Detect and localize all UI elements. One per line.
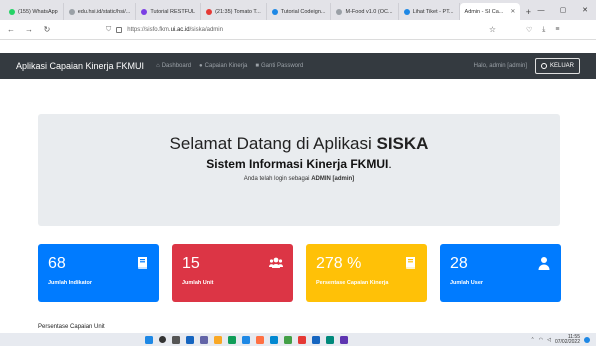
book-icon bbox=[138, 257, 147, 270]
wifi-icon[interactable]: ◠ bbox=[539, 337, 543, 343]
app-icon[interactable] bbox=[298, 335, 306, 344]
page-icon bbox=[141, 8, 148, 15]
close-tab-icon[interactable]: ✕ bbox=[510, 8, 515, 15]
widgets-icon[interactable] bbox=[186, 335, 194, 344]
card-persentase-capaian[interactable]: 278 % Persentase Capaian Kinerja bbox=[306, 244, 427, 302]
app-navbar: Aplikasi Capaian Kinerja FKMUI ⌂ Dashboar… bbox=[0, 53, 596, 79]
logout-button[interactable]: KELUAR bbox=[534, 58, 580, 74]
firefox-icon[interactable] bbox=[256, 335, 264, 344]
download-icon[interactable]: ⤓ bbox=[542, 26, 545, 34]
welcome-title: Selamat Datang di Aplikasi SISKA bbox=[169, 134, 429, 153]
back-icon[interactable]: ← bbox=[6, 25, 16, 34]
os-taskbar bbox=[0, 333, 596, 346]
user-icon: ● bbox=[199, 63, 203, 69]
screen: (155) WhatsApp edu.hsi.id/static/hsi/...… bbox=[0, 0, 596, 346]
section-title: Persentase Capaian Unit bbox=[38, 324, 105, 330]
user-icon bbox=[538, 257, 550, 270]
notification-icon[interactable] bbox=[584, 336, 590, 343]
card-jumlah-indikator[interactable]: 68 Jumlah Indikator bbox=[38, 244, 159, 302]
browser-tab-strip: (155) WhatsApp edu.hsi.id/static/hsi/...… bbox=[0, 0, 596, 20]
task-view-icon[interactable] bbox=[172, 335, 180, 344]
nav-ganti-password[interactable]: ■ Ganti Password bbox=[255, 63, 303, 69]
app-icon[interactable] bbox=[340, 335, 348, 344]
volume-icon[interactable]: ◁ bbox=[547, 337, 551, 343]
word-icon[interactable] bbox=[312, 335, 320, 344]
browser-tab[interactable]: Lihat Tiket - PT... bbox=[399, 3, 460, 20]
pocket-icon[interactable]: ♡ bbox=[526, 26, 532, 34]
book-icon bbox=[406, 257, 415, 270]
app-icon[interactable] bbox=[326, 335, 334, 344]
card-jumlah-user[interactable]: 28 Jumlah User bbox=[440, 244, 561, 302]
card-label: Persentase Capaian Kinerja bbox=[316, 280, 389, 286]
welcome-subtitle: Sistem Informasi Kinerja FKMUI. bbox=[206, 157, 392, 171]
card-label: Jumlah Unit bbox=[182, 280, 214, 286]
clock[interactable]: 11:55 07/02/2022 bbox=[555, 334, 580, 345]
file-explorer-icon[interactable] bbox=[214, 335, 222, 344]
login-info: Anda telah login sebagai ADMIN [admin] bbox=[243, 176, 355, 182]
url-text: https://sisfo.fkm.ui.ac.id/siska/admin bbox=[127, 26, 223, 33]
vscode-icon[interactable] bbox=[270, 335, 278, 344]
lock-icon bbox=[116, 26, 123, 33]
nav-dashboard[interactable]: ⌂ Dashboard bbox=[156, 63, 191, 69]
store-icon[interactable] bbox=[242, 335, 250, 344]
forward-icon[interactable]: → bbox=[24, 25, 34, 34]
chrome-icon[interactable] bbox=[284, 335, 292, 344]
menu-icon[interactable]: ≡ bbox=[555, 26, 559, 34]
users-icon bbox=[269, 257, 283, 268]
search-icon[interactable] bbox=[159, 336, 166, 343]
address-bar[interactable]: ⛉ https://sisfo.fkm.ui.ac.id/siska/admin… bbox=[106, 22, 496, 37]
toolbar-icons: ♡ ⤓ ≡ bbox=[526, 26, 559, 34]
maximize-icon[interactable]: ▢ bbox=[552, 0, 574, 20]
user-greeting: Halo, admin [admin] bbox=[473, 63, 527, 69]
browser-tab[interactable]: Tutorial Codeign... bbox=[267, 3, 332, 20]
browser-tab[interactable]: (155) WhatsApp bbox=[4, 3, 64, 20]
teams-icon[interactable] bbox=[200, 335, 208, 344]
window-controls: — ▢ ✕ bbox=[530, 0, 596, 20]
reload-icon[interactable]: ↻ bbox=[42, 25, 52, 34]
chevron-up-icon[interactable]: ⌃ bbox=[531, 337, 535, 343]
lock-icon: ■ bbox=[255, 63, 259, 69]
windows-start-icon[interactable] bbox=[145, 335, 153, 344]
edge-icon[interactable] bbox=[228, 335, 236, 344]
nav-capaian-kinerja[interactable]: ● Capaian Kinerja bbox=[199, 63, 247, 69]
welcome-jumbotron: Selamat Datang di Aplikasi SISKA Sistem … bbox=[38, 114, 560, 226]
whatsapp-icon bbox=[9, 8, 15, 15]
card-jumlah-unit[interactable]: 15 Jumlah Unit bbox=[172, 244, 293, 302]
shield-icon: ⛉ bbox=[106, 25, 112, 33]
minimize-icon[interactable]: — bbox=[530, 0, 552, 20]
tomato-icon bbox=[206, 8, 213, 15]
home-icon: ⌂ bbox=[156, 63, 160, 69]
page-icon bbox=[68, 8, 75, 15]
browser-tab[interactable]: M-Food v1.0 (OC... bbox=[331, 3, 399, 20]
system-tray: ⌃ ◠ ◁ 11:55 07/02/2022 bbox=[531, 333, 590, 346]
page-icon bbox=[336, 8, 343, 15]
card-label: Jumlah Indikator bbox=[48, 280, 93, 286]
browser-toolbar: ← → ↻ ⛉ https://sisfo.fkm.ui.ac.id/siska… bbox=[0, 20, 596, 40]
browser-tab-active[interactable]: Admin - SI Ca... ✕ bbox=[459, 3, 521, 20]
bookmark-star-icon[interactable]: ☆ bbox=[489, 25, 496, 34]
globe-icon bbox=[403, 8, 410, 15]
browser-tab[interactable]: (21:35) Tomato T... bbox=[201, 3, 267, 20]
card-label: Jumlah User bbox=[450, 280, 484, 286]
browser-tab[interactable]: edu.hsi.id/static/hsi/... bbox=[64, 3, 137, 20]
power-icon bbox=[540, 63, 547, 69]
close-window-icon[interactable]: ✕ bbox=[574, 0, 596, 20]
page-icon bbox=[271, 8, 278, 15]
app-brand[interactable]: Aplikasi Capaian Kinerja FKMUI bbox=[16, 61, 144, 71]
browser-tab[interactable]: Tutorial RESTFUL bbox=[136, 3, 202, 20]
